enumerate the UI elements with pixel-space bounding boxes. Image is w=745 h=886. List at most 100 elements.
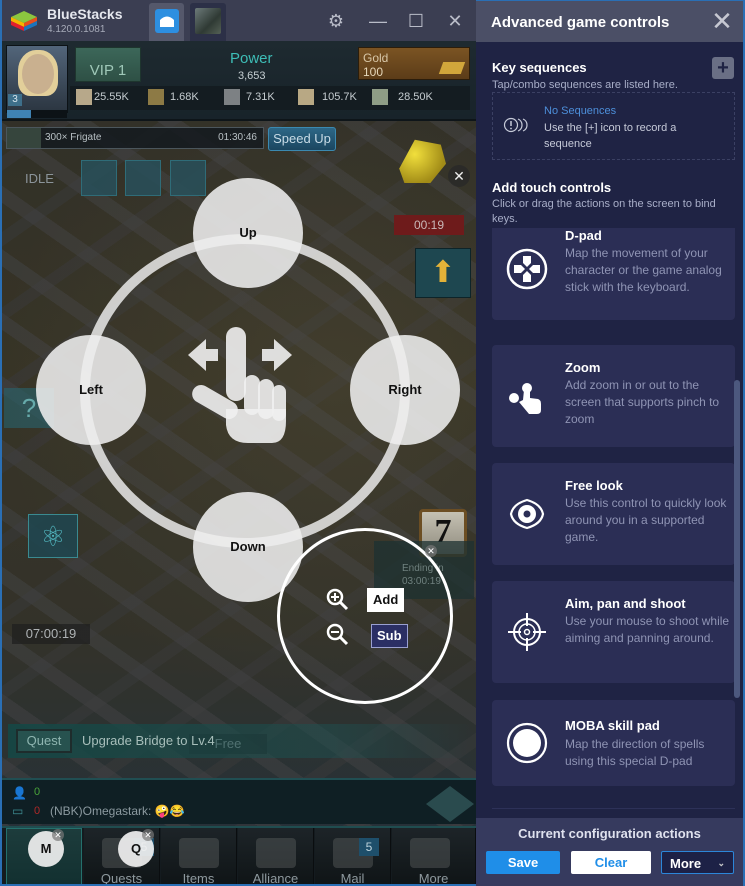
app-version: 4.120.0.1081 <box>47 24 106 35</box>
zoom-sub-key[interactable]: Sub <box>371 624 408 648</box>
speed-up-button[interactable]: Speed Up <box>268 127 336 151</box>
alliance-icon <box>256 838 296 868</box>
remove-tap-m-icon[interactable]: ✕ <box>52 829 64 841</box>
card-desc: Add zoom in or out to the screen that su… <box>565 378 720 426</box>
resource-oil: 1.68K <box>170 91 199 103</box>
touch-controls-title: Add touch controls <box>492 180 612 195</box>
steel-icon <box>224 89 240 105</box>
research-atom-icon[interactable]: ⚛ <box>28 514 78 558</box>
quest-tag: Quest <box>16 729 72 753</box>
dpad-icon <box>506 248 548 290</box>
bluestacks-window: BlueStacks 4.120.0.1081 ⚙ — ☐ ✕ VIP 1 Po… <box>0 0 745 886</box>
more-gear-icon <box>410 838 450 868</box>
advanced-controls-panel: Advanced game controls ✕ Key sequences T… <box>476 0 745 886</box>
missile-icon[interactable] <box>170 160 206 196</box>
game-thumbnail <box>195 8 221 34</box>
resource-money: 28.50K <box>398 91 433 103</box>
gold-button[interactable]: Gold 100 <box>358 47 470 80</box>
nav-items[interactable]: Items <box>161 828 237 886</box>
touch-controls-subtitle: Click or drag the actions on the screen … <box>492 198 716 225</box>
zoom-out-icon <box>326 623 349 646</box>
top-hud: VIP 1 Power 3,653 Gold 100 25.55K 1.68K … <box>2 41 476 121</box>
nav-more[interactable]: More <box>392 828 476 884</box>
chat-area[interactable]: 👤 0 ▭ 0 (NBK)Omegastark: 🤪😂 <box>2 778 476 824</box>
drag-hand-icon[interactable] <box>188 325 292 445</box>
maximize-button[interactable]: ☐ <box>403 8 429 34</box>
resource-steel: 7.31K <box>246 91 275 103</box>
pinch-zoom-icon <box>509 383 541 414</box>
bluestacks-logo-icon <box>11 11 37 31</box>
more-button[interactable]: More ⌄ <box>661 851 734 874</box>
home-icon <box>155 9 179 33</box>
save-button[interactable]: Save <box>486 851 560 874</box>
remove-event-icon[interactable]: ✕ <box>425 545 437 557</box>
vip-badge[interactable]: VIP 1 <box>75 47 141 82</box>
control-card-aim-pan-shoot[interactable]: Aim, pan and shoot Use your mouse to sho… <box>492 581 735 683</box>
build-queue[interactable]: 300× Frigate 01:30:46 <box>6 127 264 149</box>
card-desc: Map the movement of your character or th… <box>565 246 722 294</box>
add-sequence-button[interactable]: + <box>712 57 734 79</box>
oil-icon <box>148 89 164 105</box>
friends-icon: 👤 <box>12 786 27 800</box>
panel-scrollbar[interactable] <box>734 380 740 698</box>
nav-mail[interactable]: 5 Mail <box>315 828 391 886</box>
zoom-add-key[interactable]: Add <box>367 588 405 612</box>
panel-header: Advanced game controls ✕ <box>476 0 743 42</box>
food-icon <box>76 89 92 105</box>
quest-bar[interactable]: Quest Upgrade Bridge to Lv.4 <box>8 724 474 758</box>
clear-button[interactable]: Clear <box>571 851 651 874</box>
nav-label: Mail <box>340 871 365 886</box>
remove-tap-q-icon[interactable]: ✕ <box>142 829 154 841</box>
robot-arm-icon[interactable] <box>125 160 161 196</box>
sequence-icon <box>503 117 528 133</box>
bottom-nav: 5 Quests Items Alliance 5 Mail <box>2 826 476 884</box>
no-sequences-hint: Use the [+] icon to record a sequence <box>544 122 677 150</box>
dpad-up-key[interactable]: Up <box>193 178 303 288</box>
card-title: Zoom <box>565 360 601 375</box>
nav-alliance[interactable]: Alliance <box>238 828 314 884</box>
control-card-moba-skill-pad[interactable]: MOBA skill pad Map the direction of spel… <box>492 700 735 786</box>
nav-label: Quests <box>100 871 143 886</box>
close-window-button[interactable]: ✕ <box>442 8 468 34</box>
tab-game[interactable] <box>190 3 226 41</box>
gold-timer: 00:19 <box>394 215 464 235</box>
upgrade-arrow-button[interactable]: ⬆ <box>415 248 471 298</box>
card-desc: Map the direction of spells using this s… <box>565 737 705 768</box>
mail-badge: 5 <box>359 838 379 856</box>
eye-icon <box>509 498 545 530</box>
dpad-right-key[interactable]: Right <box>350 335 460 445</box>
card-title: Aim, pan and shoot <box>565 596 686 611</box>
control-card-zoom[interactable]: Zoom Add zoom in or out to the screen th… <box>492 345 735 447</box>
tools-icon[interactable] <box>81 160 117 196</box>
settings-gear-icon[interactable]: ⚙ <box>323 8 349 34</box>
sequence-list-empty: No Sequences Use the [+] icon to record … <box>492 92 735 160</box>
card-desc: Use this control to quickly look around … <box>565 496 727 544</box>
touch-controls-list: D-pad Map the movement of your character… <box>476 228 743 818</box>
tab-home[interactable] <box>149 3 184 41</box>
money-icon <box>372 89 388 105</box>
frigate-thumbnail <box>7 128 41 148</box>
cloth-icon <box>298 89 314 105</box>
quest-text: Upgrade Bridge to Lv.4 <box>82 733 215 748</box>
skill-pad-icon <box>506 722 548 764</box>
app-name: BlueStacks <box>47 6 123 22</box>
world-map-icon[interactable] <box>426 786 474 822</box>
production-timer: 07:00:19 <box>12 624 90 644</box>
nav-label: Items <box>182 871 215 886</box>
control-card-dpad[interactable]: D-pad Map the movement of your character… <box>492 228 735 320</box>
dpad-left-key[interactable]: Left <box>36 335 146 445</box>
gold-label: Gold <box>363 51 389 65</box>
close-panel-button[interactable]: ✕ <box>709 8 735 35</box>
build-time: 01:30:46 <box>218 132 257 143</box>
close-overlay-icon[interactable]: ✕ <box>448 165 470 187</box>
control-card-free-look[interactable]: Free look Use this control to quickly lo… <box>492 463 735 565</box>
title-bar: BlueStacks 4.120.0.1081 ⚙ — ☐ ✕ <box>2 0 476 41</box>
chat-message: (NBK)Omegastark: 🤪😂 <box>50 804 185 818</box>
list-divider <box>492 808 735 809</box>
gold-value: 100 <box>363 65 384 79</box>
chevron-down-icon: ⌄ <box>717 858 725 868</box>
online-count: 0 <box>34 786 41 798</box>
minimize-button[interactable]: — <box>365 8 391 34</box>
card-title: MOBA skill pad <box>565 718 660 733</box>
resource-cloth: 105.7K <box>322 91 357 103</box>
